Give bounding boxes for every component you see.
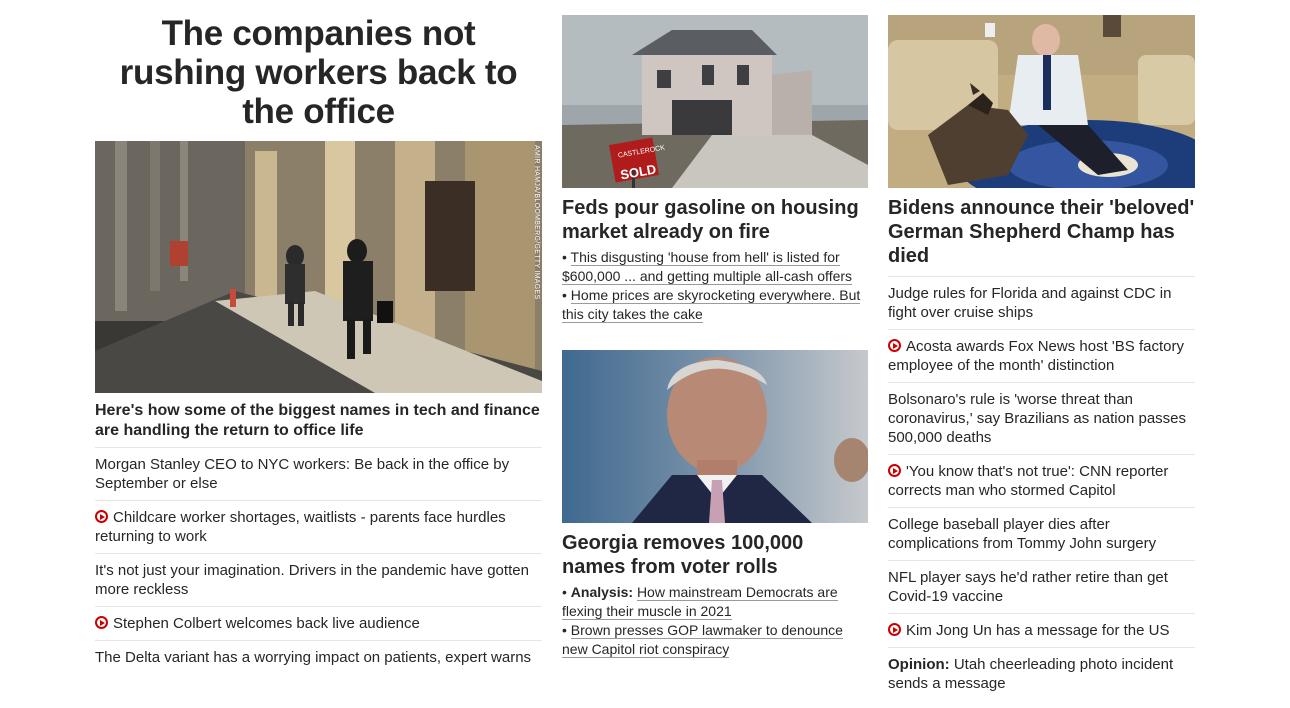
- related-link-item: • Home prices are skyrocketing everywher…: [562, 287, 861, 323]
- list-item[interactable]: Morgan Stanley CEO to NYC workers: Be ba…: [95, 447, 542, 500]
- list-item-text: It's not just your imagination. Drivers …: [95, 562, 529, 598]
- biden-dog-photo[interactable]: [888, 15, 1195, 188]
- column-middle: CASTLEROCK SOLD Feds pour gasoline on ho…: [562, 0, 868, 659]
- housing-related-links: • This disgusting 'house from hell' is l…: [562, 248, 868, 324]
- georgia-related-links: • Analysis: How mainstream Democrats are…: [562, 583, 868, 659]
- list-item[interactable]: Acosta awards Fox News host 'BS factory …: [888, 329, 1195, 382]
- list-item[interactable]: Stephen Colbert welcomes back live audie…: [95, 606, 542, 640]
- main-headline[interactable]: The companies not rushing workers back t…: [95, 0, 542, 131]
- street-scene-image: [95, 141, 542, 393]
- photo-credit: AMIR HAMJA/BLOOMBERG/GETTY IMAGES: [533, 145, 540, 300]
- list-item[interactable]: 'You know that's not true': CNN reporter…: [888, 454, 1195, 507]
- list-item-text: Stephen Colbert welcomes back live audie…: [113, 615, 420, 632]
- list-item[interactable]: Bolsonaro's rule is 'worse threat than c…: [888, 382, 1195, 454]
- list-item-text: Childcare worker shortages, waitlists - …: [95, 509, 506, 545]
- portrait-image: [562, 350, 868, 523]
- list-item-text: NFL player says he'd rather retire than …: [888, 569, 1168, 605]
- list-item-text: Morgan Stanley CEO to NYC workers: Be ba…: [95, 456, 510, 492]
- video-play-icon: [888, 623, 901, 636]
- related-link-item: • Brown presses GOP lawmaker to denounce…: [562, 622, 843, 658]
- related-link-item: • Analysis: How mainstream Democrats are…: [562, 584, 838, 620]
- house-image: CASTLEROCK SOLD: [562, 15, 868, 188]
- related-link-item: • This disgusting 'house from hell' is l…: [562, 249, 853, 285]
- video-play-icon: [95, 510, 108, 523]
- list-item[interactable]: The Delta variant has a worrying impact …: [95, 640, 542, 674]
- list-item[interactable]: NFL player says he'd rather retire than …: [888, 560, 1195, 613]
- list-item-text: College baseball player dies after compl…: [888, 516, 1157, 552]
- list-item-text: 'You know that's not true': CNN reporter…: [888, 463, 1169, 499]
- housing-photo[interactable]: CASTLEROCK SOLD: [562, 15, 868, 188]
- related-link[interactable]: Home prices are skyrocketing everywhere.…: [562, 287, 861, 323]
- list-item[interactable]: Opinion: Utah cheerleading photo inciden…: [888, 647, 1195, 700]
- georgia-headline[interactable]: Georgia removes 100,000 names from voter…: [562, 531, 868, 579]
- list-item-text: Judge rules for Florida and against CDC …: [888, 285, 1172, 321]
- video-play-icon: [95, 616, 108, 629]
- office-street-photo[interactable]: AMIR HAMJA/BLOOMBERG/GETTY IMAGES: [95, 141, 542, 393]
- list-item-text: Acosta awards Fox News host 'BS factory …: [888, 338, 1184, 374]
- list-item[interactable]: College baseball player dies after compl…: [888, 507, 1195, 560]
- list-item[interactable]: Childcare worker shortages, waitlists - …: [95, 500, 542, 553]
- lead-story-link[interactable]: Here's how some of the biggest names in …: [95, 401, 542, 441]
- housing-headline[interactable]: Feds pour gasoline on housing market alr…: [562, 196, 868, 244]
- list-item[interactable]: Judge rules for Florida and against CDC …: [888, 276, 1195, 329]
- list-item[interactable]: It's not just your imagination. Drivers …: [95, 553, 542, 606]
- list-item-text: The Delta variant has a worrying impact …: [95, 649, 532, 666]
- column-main: The companies not rushing workers back t…: [95, 0, 542, 674]
- analysis-label: Analysis:: [570, 584, 634, 600]
- oval-office-image: [888, 15, 1195, 188]
- opinion-label: Opinion:: [888, 656, 950, 673]
- video-play-icon: [888, 339, 901, 352]
- related-link[interactable]: This disgusting 'house from hell' is lis…: [562, 249, 853, 285]
- list-item[interactable]: Kim Jong Un has a message for the US: [888, 613, 1195, 647]
- column-right: Bidens announce their 'beloved' German S…: [888, 0, 1195, 700]
- list-item-text: Bolsonaro's rule is 'worse threat than c…: [888, 391, 1187, 446]
- related-link[interactable]: Brown presses GOP lawmaker to denounce n…: [562, 622, 843, 658]
- georgia-official-photo[interactable]: [562, 350, 868, 523]
- video-play-icon: [888, 464, 901, 477]
- list-item-text: Kim Jong Un has a message for the US: [906, 622, 1170, 639]
- bidens-headline[interactable]: Bidens announce their 'beloved' German S…: [888, 196, 1195, 268]
